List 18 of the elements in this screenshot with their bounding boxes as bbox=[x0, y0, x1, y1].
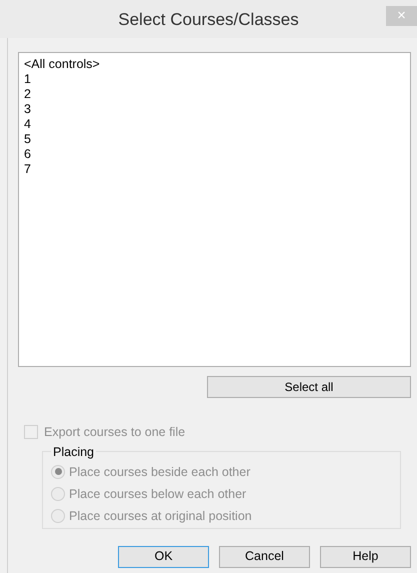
checkbox-label: Export courses to one file bbox=[44, 424, 186, 441]
radio-label: Place courses at original position bbox=[69, 508, 252, 524]
dialog-button[interactable]: Help bbox=[320, 546, 411, 568]
list-item[interactable]: 1 bbox=[24, 72, 31, 87]
list-item[interactable]: 7 bbox=[24, 162, 31, 177]
select-all-button[interactable]: Select all bbox=[207, 376, 411, 398]
dialog-button[interactable]: OK bbox=[118, 546, 209, 568]
list-item[interactable]: 3 bbox=[24, 102, 31, 117]
radio-label: Place courses below each other bbox=[69, 486, 246, 502]
dialog-button[interactable]: Cancel bbox=[219, 546, 310, 568]
list-item[interactable]: 4 bbox=[24, 117, 31, 132]
list-item[interactable]: 5 bbox=[24, 132, 31, 147]
list-item[interactable]: 6 bbox=[24, 147, 31, 162]
radio-label: Place courses beside each other bbox=[69, 464, 250, 480]
list-item[interactable]: <All controls> bbox=[24, 57, 100, 72]
list-item[interactable]: 2 bbox=[24, 87, 31, 102]
course-list[interactable]: <All controls> 1 2 3 4 5 6 7 bbox=[18, 52, 411, 367]
window-title: Select Courses/Classes bbox=[118, 9, 299, 32]
